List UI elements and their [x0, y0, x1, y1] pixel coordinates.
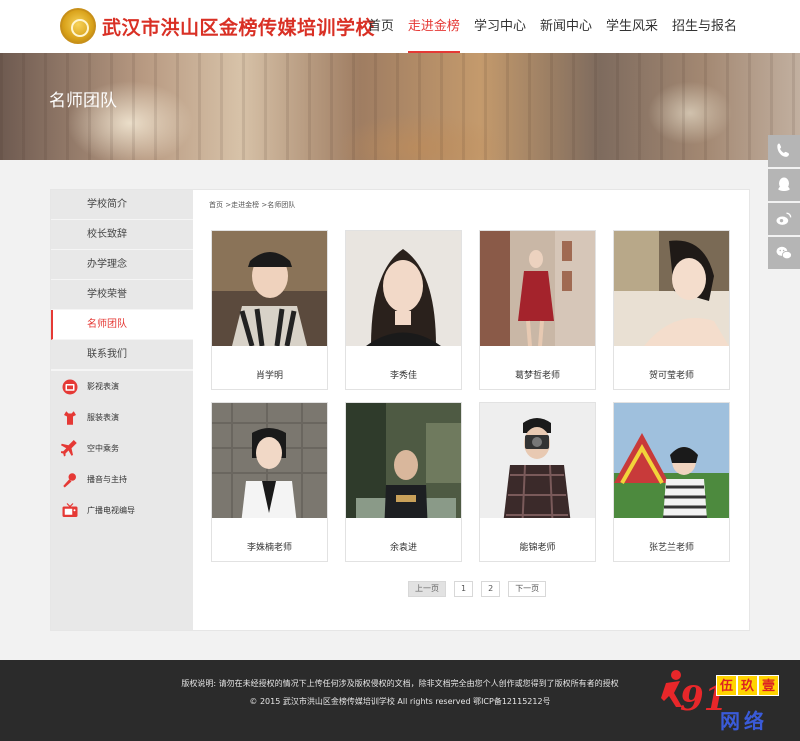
tv-icon: [61, 502, 79, 520]
teacher-photo: [614, 403, 729, 518]
qq-icon[interactable]: [768, 169, 800, 201]
breadcrumb-current: >名师团队: [261, 201, 296, 209]
site-header: 武汉市洪山区金榜传媒培训学校 首页 走进金榜 学习中心 新闻中心 学生风采 招生…: [0, 0, 800, 53]
breadcrumb-home[interactable]: 首页: [209, 201, 223, 209]
school-name: 武汉市洪山区金榜传媒培训学校: [102, 16, 376, 39]
next-page-button[interactable]: 下一页: [508, 581, 547, 597]
watermark-text: 网络: [720, 709, 768, 733]
page-title: 名师团队: [49, 91, 117, 111]
film-icon: [61, 378, 79, 396]
teacher-card[interactable]: 张艺兰老师: [613, 402, 730, 562]
teacher-photo: [346, 403, 461, 518]
teacher-photo: [346, 231, 461, 346]
teacher-name: 张艺兰老师: [648, 543, 694, 553]
teacher-card[interactable]: 贺可莹老师: [613, 230, 730, 390]
sidebar-category-label: 广播电视编导: [87, 506, 135, 515]
teacher-photo: [614, 231, 729, 346]
teacher-name: 葛梦哲老师: [514, 371, 560, 381]
teacher-card[interactable]: 李秀佳: [345, 230, 462, 390]
sidebar-category-flight[interactable]: 空中乘务: [51, 433, 193, 464]
teacher-content: 首页 >走进金榜 >名师团队 肖学明 李秀佳 葛梦哲老师 贺可莹老师 李姝楠老师…: [209, 200, 739, 562]
watermark-logo: 91 伍 玖 壹 网络: [652, 665, 792, 737]
teacher-card[interactable]: 葛梦哲老师: [479, 230, 596, 390]
teacher-card[interactable]: 李姝楠老师: [211, 402, 328, 562]
phone-icon[interactable]: [768, 135, 800, 167]
sidebar-category-tv-directing[interactable]: 广播电视编导: [51, 495, 193, 526]
teacher-name: 李秀佳: [389, 371, 417, 381]
sidebar-category-label: 服装表演: [87, 413, 119, 422]
nav-home[interactable]: 首页: [361, 0, 401, 53]
sidebar-category-acting[interactable]: 影视表演: [51, 371, 193, 402]
main-nav: 首页 走进金榜 学习中心 新闻中心 学生风采 招生与报名: [361, 0, 744, 53]
teacher-name: 余袁进: [389, 543, 417, 553]
sidebar-item-honors[interactable]: 学校荣誉: [51, 280, 193, 310]
float-toolbar: [768, 135, 800, 271]
sidebar-category-label: 空中乘务: [87, 444, 119, 453]
teacher-photo: [212, 403, 327, 518]
prev-page-button[interactable]: 上一页: [408, 581, 446, 597]
page-banner: 名师团队: [0, 53, 800, 160]
teacher-name: 能锦老师: [519, 543, 556, 553]
sidebar-category-fashion[interactable]: 服装表演: [51, 402, 193, 433]
sidebar-category-label: 播音与主持: [87, 475, 127, 484]
sidebar: 学校简介 校长致辞 办学理念 学校荣誉 名师团队 联系我们 影视表演 服装表演 …: [51, 190, 193, 630]
sidebar-item-contact[interactable]: 联系我们: [51, 340, 193, 370]
school-seal-icon: [60, 8, 96, 44]
teacher-photo: [480, 231, 595, 346]
watermark-char: 玖: [737, 675, 758, 696]
teacher-card[interactable]: 肖学明: [211, 230, 328, 390]
teacher-photo: [480, 403, 595, 518]
dress-icon: [61, 409, 79, 427]
content-card: 学校简介 校长致辞 办学理念 学校荣誉 名师团队 联系我们 影视表演 服装表演 …: [50, 189, 750, 631]
sidebar-item-philosophy[interactable]: 办学理念: [51, 250, 193, 280]
teacher-name: 李姝楠老师: [246, 543, 292, 553]
sidebar-category-broadcast[interactable]: 播音与主持: [51, 464, 193, 495]
sidebar-item-principal[interactable]: 校长致辞: [51, 220, 193, 250]
weibo-icon[interactable]: [768, 203, 800, 235]
sidebar-item-intro[interactable]: 学校简介: [51, 190, 193, 220]
page-1-button[interactable]: 1: [454, 581, 474, 597]
pagination: 上一页 1 2 下一页: [408, 581, 554, 597]
airplane-icon: [61, 439, 79, 458]
watermark-char: 壹: [758, 675, 779, 696]
watermark-brand: 伍 玖 壹: [716, 675, 779, 696]
sidebar-category-label: 影视表演: [87, 382, 119, 391]
nav-learning[interactable]: 学习中心: [467, 0, 533, 53]
school-logo[interactable]: 武汉市洪山区金榜传媒培训学校: [60, 8, 375, 44]
teacher-name: 贺可莹老师: [648, 371, 694, 381]
nav-about[interactable]: 走进金榜: [401, 0, 467, 53]
nav-students[interactable]: 学生风采: [599, 0, 665, 53]
nav-admission[interactable]: 招生与报名: [665, 0, 744, 53]
breadcrumb-about[interactable]: >走进金榜: [225, 201, 259, 209]
sidebar-item-teachers[interactable]: 名师团队: [51, 310, 193, 340]
nav-news[interactable]: 新闻中心: [533, 0, 599, 53]
page-2-button[interactable]: 2: [481, 581, 501, 597]
teacher-card[interactable]: 余袁进: [345, 402, 462, 562]
microphone-icon: [61, 471, 79, 489]
watermark-char: 伍: [716, 675, 737, 696]
wechat-icon[interactable]: [768, 237, 800, 269]
teacher-name: 肖学明: [255, 371, 283, 381]
breadcrumb: 首页 >走进金榜 >名师团队: [209, 200, 739, 210]
teacher-photo: [212, 231, 327, 346]
teacher-card[interactable]: 能锦老师: [479, 402, 596, 562]
